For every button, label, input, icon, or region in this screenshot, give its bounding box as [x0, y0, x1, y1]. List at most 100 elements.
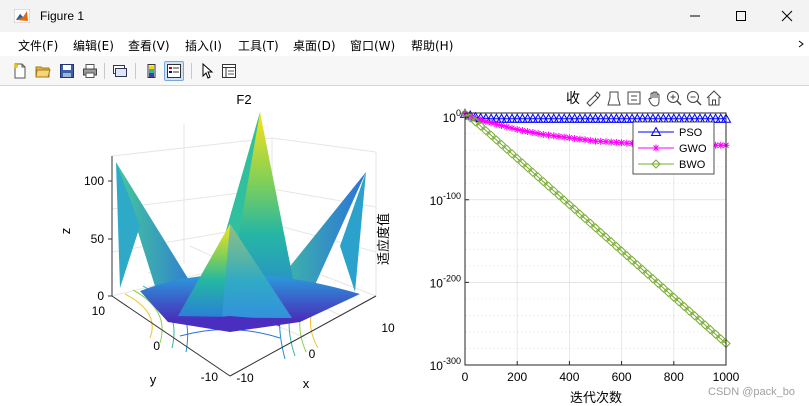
surface-ztick: 50 — [91, 232, 105, 246]
maximize-icon — [736, 11, 746, 21]
data-point — [539, 130, 547, 138]
surface-zlabel: z — [58, 228, 73, 235]
x-tick-label: 200 — [507, 370, 527, 384]
data-point — [503, 123, 511, 131]
surface-xtick: -10 — [236, 371, 254, 385]
legend-label: GWO — [679, 143, 707, 155]
menu-file[interactable]: 文件(F) — [18, 37, 58, 54]
watermark: CSDN @pack_bo — [708, 386, 795, 398]
menu-view[interactable]: 查看(V) — [128, 37, 170, 54]
data-point — [513, 126, 521, 134]
figure-toolbar — [0, 56, 809, 86]
maximize-button[interactable] — [718, 0, 764, 32]
axes-toolbar: 收 — [566, 90, 722, 107]
link-plot-button[interactable] — [110, 61, 130, 81]
y-tick-label: 10-200 — [430, 273, 461, 290]
pan-icon[interactable] — [648, 91, 660, 107]
axes-toolbar-label: 收 — [566, 91, 580, 107]
surface-ytick: 10 — [92, 304, 106, 318]
print-button[interactable] — [80, 61, 100, 81]
surface-ylabel: y — [150, 372, 157, 387]
zoom-out-icon[interactable] — [687, 91, 702, 106]
data-point — [560, 133, 568, 141]
legend-button[interactable] — [164, 61, 184, 81]
data-point — [487, 119, 495, 127]
menu-edit[interactable]: 编辑(E) — [73, 37, 114, 54]
data-point — [545, 131, 553, 139]
toolbar-separator — [191, 63, 192, 79]
legend-label: PSO — [679, 127, 703, 139]
chart-legend: PSO GWO BWO — [632, 121, 715, 175]
close-button[interactable] — [764, 0, 809, 32]
rotate-icon[interactable] — [627, 91, 641, 105]
x-tick-label: 1000 — [713, 370, 740, 384]
surface-ytick: -10 — [201, 370, 219, 384]
minimize-button[interactable] — [672, 0, 718, 32]
data-point — [529, 128, 537, 136]
property-inspector-button[interactable] — [219, 61, 239, 81]
open-file-icon — [35, 66, 51, 78]
close-icon — [781, 10, 793, 22]
data-point — [492, 120, 500, 128]
y-tick-label: 10-300 — [430, 356, 461, 373]
open-button[interactable] — [33, 61, 53, 81]
data-point — [652, 144, 660, 152]
colorbar-icon — [147, 64, 156, 78]
x-tick-label: 0 — [462, 370, 469, 384]
save-button[interactable] — [57, 61, 77, 81]
surface-ztick: 0 — [97, 289, 104, 303]
menu-insert[interactable]: 插入(I) — [185, 37, 222, 54]
data-point — [581, 136, 589, 144]
chart-xlabel: 迭代次数 — [570, 390, 622, 406]
matlab-icon — [14, 9, 30, 23]
data-point — [524, 128, 532, 136]
data-point — [482, 118, 490, 126]
menu-help[interactable]: 帮助(H) — [411, 37, 453, 54]
menu-bar: 文件(F) 编辑(E) 查看(V) 插入(I) 工具(T) 桌面(D) 窗口(W… — [0, 32, 809, 56]
data-tip-icon[interactable] — [607, 91, 621, 106]
surface-xtick: 10 — [381, 321, 395, 335]
x-tick-label: 400 — [559, 370, 579, 384]
data-point — [571, 134, 579, 142]
surface-ztick: 100 — [84, 174, 104, 188]
legend-label: BWO — [679, 159, 706, 171]
surface-ytick: 0 — [153, 339, 160, 353]
brush-icon[interactable] — [586, 91, 601, 107]
y-tick-label: 10-100 — [430, 191, 461, 208]
pointer-icon — [202, 63, 214, 79]
data-point — [534, 129, 542, 137]
home-icon[interactable] — [706, 90, 722, 106]
save-icon — [60, 64, 74, 78]
zoom-in-icon[interactable] — [667, 91, 682, 106]
chart-ylabel: 适应度值 — [376, 213, 392, 265]
print-icon — [83, 64, 97, 78]
menu-desktop[interactable]: 桌面(D) — [293, 37, 336, 54]
convergence-chart: 0 200 400 600 800 1000 100 10-100 10-200 10-300 迭… — [376, 108, 740, 406]
data-point — [518, 127, 526, 135]
data-point — [565, 134, 573, 142]
surface-xtick: 0 — [309, 347, 316, 361]
minimize-icon — [690, 15, 700, 17]
menu-tools[interactable]: 工具(T) — [238, 37, 279, 54]
surface-axes: F2 z 0 50 100 10 0 -10 y -10 0 10 x — [58, 92, 395, 391]
window-title: Figure 1 — [40, 9, 85, 23]
figure-canvas: F2 z 0 50 100 10 0 -10 y -10 0 10 x 收 0 … — [0, 86, 809, 406]
window-titlebar: Figure 1 — [0, 0, 809, 32]
x-tick-label: 600 — [612, 370, 632, 384]
surface-title: F2 — [236, 92, 251, 107]
data-point — [508, 124, 516, 132]
chevron-right-icon[interactable] — [797, 40, 805, 48]
data-point — [550, 132, 558, 140]
property-inspector-icon — [222, 64, 236, 78]
pointer-button[interactable] — [197, 61, 217, 81]
figure-svg: F2 z 0 50 100 10 0 -10 y -10 0 10 x 收 0 … — [58, 90, 740, 406]
data-point — [498, 122, 506, 130]
colorbar-button[interactable] — [142, 61, 162, 81]
data-point — [576, 135, 584, 143]
toolbar-separator — [135, 63, 136, 79]
data-point — [555, 132, 563, 140]
new-figure-button[interactable] — [10, 61, 30, 81]
menu-window[interactable]: 窗口(W) — [350, 37, 395, 54]
surface-mesh — [116, 112, 366, 332]
surface-xlabel: x — [303, 376, 310, 391]
